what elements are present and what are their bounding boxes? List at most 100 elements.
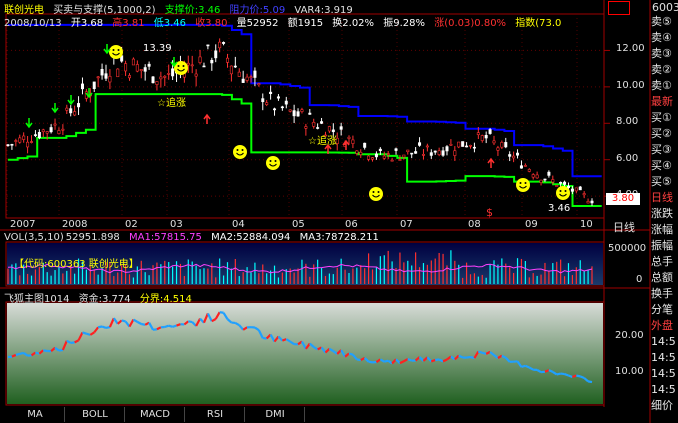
tab-boll[interactable]: BOLL (66, 407, 125, 422)
chart-canvas: $ (0, 0, 651, 423)
capital-segment (121, 319, 126, 323)
info-close: 收3.80 (195, 18, 228, 29)
side-item[interactable]: 总手 (651, 254, 678, 269)
side-item[interactable]: 14:5 (651, 350, 678, 365)
side-item[interactable]: 振幅 (651, 238, 678, 253)
info-low: 低3.46 (153, 18, 186, 29)
candle-body (10, 144, 14, 146)
candle-body (582, 193, 586, 196)
candle-body (347, 136, 351, 139)
candle-body (276, 96, 280, 99)
candle-body (586, 201, 590, 204)
side-item[interactable]: 买③ (651, 142, 678, 157)
side-item[interactable]: 14:5 (651, 334, 678, 349)
side-item[interactable]: 卖④ (651, 30, 678, 45)
support-path (8, 93, 602, 207)
side-item[interactable]: 最新 (651, 94, 678, 109)
candle-body (116, 68, 120, 78)
tab-ma[interactable]: MA (6, 407, 65, 422)
candle-body (492, 140, 496, 144)
info-date: 2008/10/13 (4, 18, 62, 29)
candle-body (445, 146, 449, 152)
time-axis-label: 2008 (62, 219, 88, 230)
candle-body (80, 83, 84, 90)
candle-body (288, 109, 292, 112)
candle-body (363, 142, 367, 148)
capital-segment (407, 358, 413, 362)
sub-axis-20: 20.00 (615, 330, 644, 341)
tab-dmi[interactable]: DMI (246, 407, 305, 422)
side-item[interactable]: 细价 (651, 398, 678, 413)
sub-header: 飞狐主图1014 资金:3.774 分界:4.514 (4, 290, 198, 305)
candle-body (516, 152, 520, 156)
capital-segment (356, 358, 361, 362)
capital-segment (188, 320, 193, 324)
capital-segment (101, 325, 107, 329)
side-item[interactable]: 日线 (651, 190, 678, 205)
capital-segment (568, 374, 573, 379)
candle-body (570, 188, 574, 192)
candle-body (296, 111, 300, 117)
vol-box-label: 【代码:600363 联创光电】 (14, 259, 139, 270)
side-item[interactable]: 换手 (651, 286, 678, 301)
candle-body (496, 147, 500, 151)
side-item[interactable]: 买② (651, 126, 678, 141)
info-change: 涨(0.03)0.80% (434, 18, 507, 29)
candle-body (390, 159, 394, 162)
candle-body (73, 111, 77, 116)
candle-body (257, 83, 261, 86)
close-box[interactable] (608, 1, 630, 15)
candle-body (508, 154, 512, 157)
candle-body (198, 56, 202, 63)
capital-segment (176, 323, 181, 327)
side-item[interactable]: 买① (651, 110, 678, 125)
support-line (8, 93, 602, 207)
candle-body (202, 65, 206, 68)
candle-body (394, 148, 398, 151)
candle-body (519, 165, 523, 169)
smiley-eye (559, 190, 562, 192)
side-item[interactable]: 卖⑤ (651, 14, 678, 29)
side-item[interactable]: 涨跌 (651, 206, 678, 221)
capital-segment (82, 331, 87, 335)
side-item[interactable]: 分笔 (651, 302, 678, 317)
smiley-eye (117, 49, 120, 51)
candle-body (512, 155, 516, 159)
tab-macd[interactable]: MACD (126, 407, 185, 422)
candle-body (316, 127, 320, 129)
candle-body (33, 134, 37, 136)
info-amplitude: 振9.28% (383, 18, 426, 29)
axis-mode[interactable]: 日线 (613, 219, 635, 235)
side-item[interactable]: 卖① (651, 78, 678, 93)
side-item[interactable]: 外盘 (651, 318, 678, 333)
candle-body (171, 68, 175, 77)
candle-body (186, 62, 190, 66)
side-item[interactable]: 卖③ (651, 46, 678, 61)
volume-header: VOL(3,5,10) 52951.898 MA1:57815.75 MA2:52… (4, 232, 385, 243)
candle-body (26, 141, 30, 148)
side-item[interactable]: 涨幅 (651, 222, 678, 237)
candle-body (45, 131, 49, 134)
vol-axis-top: 500000 (608, 243, 647, 254)
side-item[interactable]: 买⑤ (651, 174, 678, 189)
candle-body (304, 126, 308, 129)
side-item[interactable]: 14:5 (651, 366, 678, 381)
candle-body (312, 122, 316, 127)
tab-rsi[interactable]: RSI (186, 407, 245, 422)
candle-body (237, 71, 241, 77)
candle-body (37, 132, 41, 138)
candle-body (69, 108, 73, 114)
candle-body (457, 141, 461, 148)
side-item[interactable]: 卖② (651, 62, 678, 77)
candle-body (233, 65, 237, 68)
candle-body (139, 69, 143, 72)
candle-body (124, 63, 128, 72)
smiley-icon (556, 186, 570, 200)
capital-segment (19, 351, 24, 355)
side-item[interactable]: 14:5 (651, 382, 678, 397)
candle-body (476, 132, 480, 136)
side-item[interactable]: 买④ (651, 158, 678, 173)
candle-body (351, 139, 355, 144)
candle-body (551, 179, 555, 183)
side-item[interactable]: 总额 (651, 270, 678, 285)
